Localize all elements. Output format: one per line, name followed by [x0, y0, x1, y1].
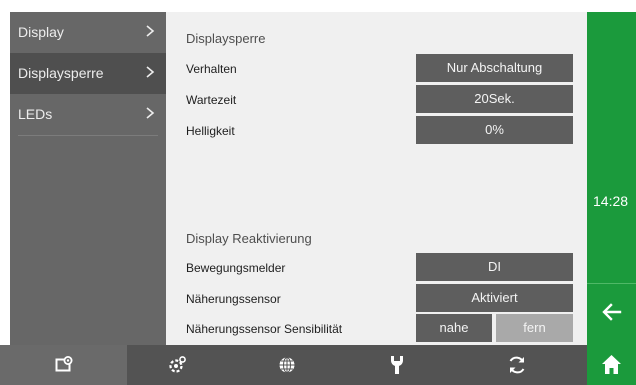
- toolbar-network-button[interactable]: [227, 345, 347, 385]
- refresh-icon: [509, 356, 525, 374]
- section-title-displaysperre: Displaysperre: [186, 31, 266, 46]
- wait-time-label: Wartezeit: [186, 93, 237, 107]
- sidebar-item-displaysperre[interactable]: Displaysperre: [10, 53, 166, 94]
- sidebar: Display Displaysperre LEDs: [10, 12, 166, 345]
- wrench-icon: [391, 356, 403, 374]
- globe-icon: [279, 357, 295, 373]
- toolbar-settings-button[interactable]: [127, 345, 227, 385]
- sidebar-item-leds[interactable]: LEDs: [10, 94, 166, 135]
- toolbar-refresh-button[interactable]: [447, 345, 587, 385]
- chevron-right-icon: [146, 107, 155, 119]
- motion-sensor-select-button[interactable]: DI: [416, 253, 573, 281]
- back-arrow-icon: [602, 303, 622, 321]
- wait-time-select-button[interactable]: 20Sek.: [416, 85, 573, 113]
- chevron-right-icon: [146, 66, 155, 78]
- sidebar-item-label: Displaysperre: [18, 65, 104, 81]
- screen-settings-icon: [55, 356, 72, 372]
- home-icon: [602, 355, 621, 374]
- back-button[interactable]: [587, 283, 636, 339]
- home-button[interactable]: [587, 345, 636, 385]
- settings-panel: Displaysperre Verhalten Nur Abschaltung …: [166, 12, 587, 345]
- clock-time: 14:28: [593, 193, 629, 209]
- behavior-label: Verhalten: [186, 62, 237, 76]
- proximity-sensor-select-button[interactable]: Aktiviert: [416, 284, 573, 312]
- sidebar-item-display[interactable]: Display: [10, 12, 166, 53]
- section-title-reactivation: Display Reaktivierung: [186, 231, 312, 246]
- sensitivity-near-button[interactable]: nahe: [416, 314, 492, 342]
- toolbar-screen-settings-button[interactable]: [0, 345, 127, 385]
- sidebar-item-label: Display: [18, 24, 64, 40]
- brightness-select-button[interactable]: 0%: [416, 116, 573, 144]
- chevron-right-icon: [146, 25, 155, 37]
- brightness-label: Helligkeit: [186, 124, 235, 138]
- toolbar-service-button[interactable]: [347, 345, 447, 385]
- sidebar-item-label: LEDs: [18, 106, 53, 122]
- behavior-select-button[interactable]: Nur Abschaltung: [416, 54, 573, 82]
- gear-icon: [169, 356, 186, 373]
- sensitivity-far-button[interactable]: fern: [496, 314, 573, 342]
- motion-sensor-label: Bewegungsmelder: [186, 261, 286, 275]
- proximity-sensitivity-label: Näherungssensor Sensibilität: [186, 322, 343, 336]
- sidebar-divider: [18, 135, 158, 136]
- proximity-sensor-label: Näherungssensor: [186, 292, 281, 306]
